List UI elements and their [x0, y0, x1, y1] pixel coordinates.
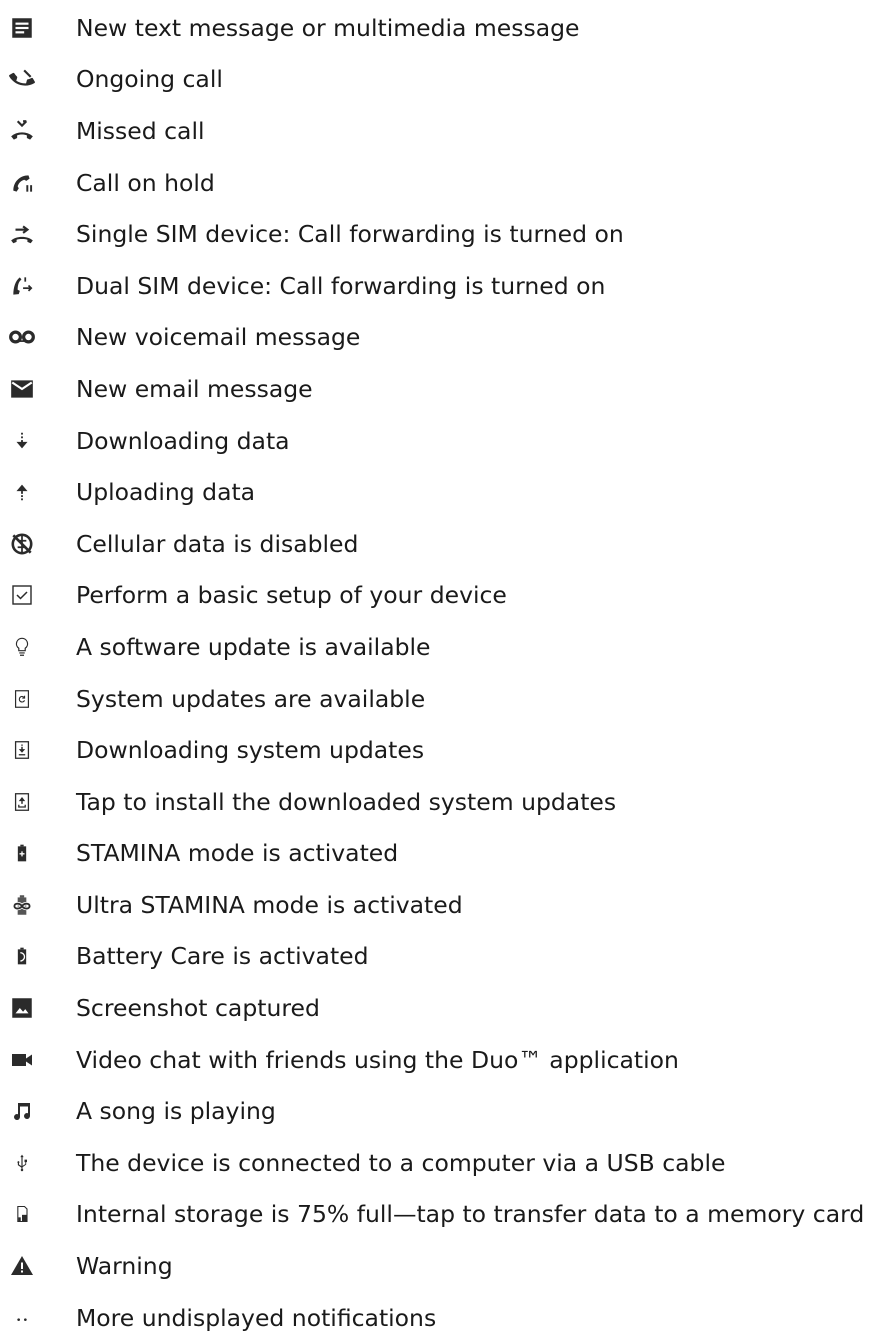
warning-icon [8, 1252, 36, 1280]
list-item: New text message or multimedia message [0, 2, 882, 54]
list-item: Call on hold [0, 157, 882, 209]
list-item-label: Warning [76, 1252, 173, 1281]
list-item: Dual SIM device: Call forwarding is turn… [0, 260, 882, 312]
list-item-label: A software update is available [76, 632, 431, 661]
list-item: A song is playing [0, 1085, 882, 1137]
list-item-label: More undisplayed notifications [76, 1303, 437, 1332]
music-note-icon [8, 1097, 36, 1125]
list-item: Perform a basic setup of your device [0, 570, 882, 622]
notification-icon-list: New text message or multimedia message O… [0, 0, 882, 1343]
list-item: Cellular data is disabled [0, 518, 882, 570]
storage-card-icon [8, 1200, 36, 1228]
list-item-label: Call on hold [76, 168, 215, 197]
downloading-system-update-icon [8, 736, 36, 764]
screenshot-icon [8, 994, 36, 1022]
list-item-label: System updates are available [76, 684, 426, 713]
cellular-data-disabled-icon [8, 530, 36, 558]
list-item: Internal storage is 75% full—tap to tran… [0, 1189, 882, 1241]
list-item: New email message [0, 363, 882, 415]
list-item-label: Downloading data [76, 426, 290, 455]
stamina-battery-icon [8, 839, 36, 867]
list-item: Single SIM device: Call forwarding is tu… [0, 208, 882, 260]
video-camera-icon [8, 1046, 36, 1074]
list-item-label: New email message [76, 374, 313, 403]
list-item: Ongoing call [0, 54, 882, 106]
upload-icon [8, 478, 36, 506]
usb-icon [8, 1149, 36, 1177]
setup-checkbox-icon [8, 581, 36, 609]
list-item: Screenshot captured [0, 982, 882, 1034]
list-item: System updates are available [0, 673, 882, 725]
list-item: Tap to install the downloaded system upd… [0, 776, 882, 828]
list-item-label: STAMINA mode is activated [76, 839, 399, 868]
list-item-label: Battery Care is activated [76, 942, 369, 971]
download-icon [8, 427, 36, 455]
list-item: Warning [0, 1240, 882, 1292]
list-item-label: Internal storage is 75% full—tap to tran… [76, 1200, 865, 1229]
list-item: Battery Care is activated [0, 931, 882, 983]
list-item-label: Single SIM device: Call forwarding is tu… [76, 220, 624, 249]
call-on-hold-icon [8, 169, 36, 197]
list-item-label: Missed call [76, 116, 205, 145]
list-item-label: Ultra STAMINA mode is activated [76, 890, 463, 919]
list-item: Downloading system updates [0, 724, 882, 776]
voicemail-icon [8, 323, 36, 351]
list-item-label: Downloading system updates [76, 736, 425, 765]
battery-care-icon [8, 942, 36, 970]
list-item: Uploading data [0, 466, 882, 518]
list-item-label: Uploading data [76, 478, 256, 507]
list-item-label: Cellular data is disabled [76, 529, 359, 558]
missed-call-icon [8, 117, 36, 145]
list-item: New voicemail message [0, 312, 882, 364]
install-system-update-icon [8, 788, 36, 816]
call-forwarding-icon [8, 220, 36, 248]
list-item-label: Screenshot captured [76, 994, 320, 1023]
list-item: STAMINA mode is activated [0, 828, 882, 880]
list-item-label: Tap to install the downloaded system upd… [76, 787, 617, 816]
list-item-label: New text message or multimedia message [76, 13, 580, 42]
ongoing-call-icon [8, 65, 36, 93]
system-update-icon [8, 685, 36, 713]
ultra-stamina-icon [8, 891, 36, 919]
text-message-icon [8, 14, 36, 42]
email-icon [8, 375, 36, 403]
list-item-label: Perform a basic setup of your device [76, 581, 507, 610]
list-item: Missed call [0, 105, 882, 157]
list-item: Ultra STAMINA mode is activated [0, 879, 882, 931]
list-item-label: Ongoing call [76, 65, 223, 94]
more-notifications-icon [8, 1304, 36, 1332]
dual-sim-call-forwarding-icon [8, 272, 36, 300]
list-item: Downloading data [0, 415, 882, 467]
list-item: Video chat with friends using the Duo™ a… [0, 1034, 882, 1086]
lightbulb-icon [8, 633, 36, 661]
list-item-label: Dual SIM device: Call forwarding is turn… [76, 271, 606, 300]
list-item-label: The device is connected to a computer vi… [76, 1148, 726, 1177]
list-item: The device is connected to a computer vi… [0, 1137, 882, 1189]
list-item-label: Video chat with friends using the Duo™ a… [76, 1045, 679, 1074]
list-item: A software update is available [0, 621, 882, 673]
list-item-label: A song is playing [76, 1097, 276, 1126]
list-item: More undisplayed notifications [0, 1292, 882, 1343]
list-item-label: New voicemail message [76, 323, 361, 352]
